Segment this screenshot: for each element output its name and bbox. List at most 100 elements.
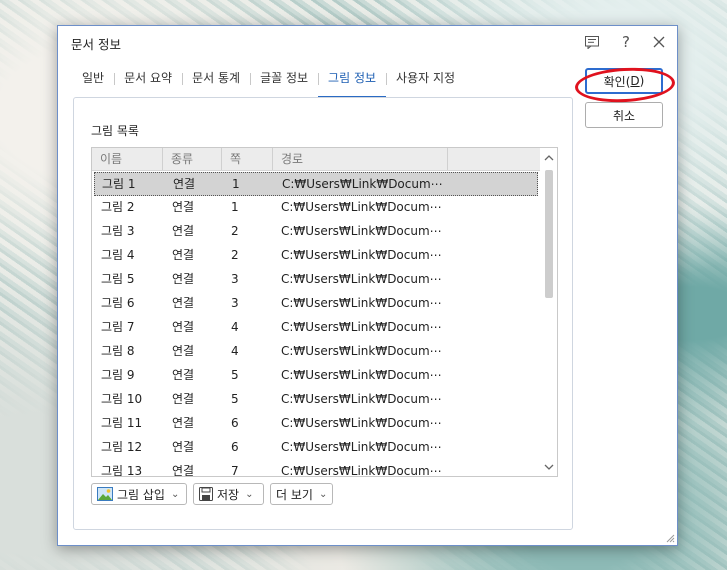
cell-type: 연결 <box>172 416 195 430</box>
cell-path: C:₩Users₩Link₩Docum⋯ <box>281 296 442 310</box>
tab-general[interactable]: 일반 <box>72 68 114 98</box>
cell-page: 3 <box>231 296 239 310</box>
cell-type: 연결 <box>172 440 195 454</box>
save-icon <box>199 487 213 501</box>
scroll-up-icon[interactable] <box>544 153 554 163</box>
cell-page: 6 <box>231 440 239 454</box>
table-row[interactable]: 그림 6 연결 3 C:₩Users₩Link₩Docum⋯ <box>94 292 538 316</box>
cell-page: 1 <box>232 177 240 191</box>
cell-type: 연결 <box>172 392 195 406</box>
close-icon[interactable] <box>645 30 673 54</box>
dialog-title: 문서 정보 <box>71 37 121 52</box>
picture-icon <box>97 487 113 501</box>
cell-path: C:₩Users₩Link₩Docum⋯ <box>281 248 442 262</box>
cell-path: C:₩Users₩Link₩Docum⋯ <box>282 177 443 191</box>
more-button[interactable]: 더 보기 ⌄ <box>270 483 333 505</box>
table-row[interactable]: 그림 11 연결 6 C:₩Users₩Link₩Docum⋯ <box>94 412 538 436</box>
cell-type: 연결 <box>172 200 195 214</box>
cell-path: C:₩Users₩Link₩Docum⋯ <box>281 320 442 334</box>
cell-name: 그림 6 <box>101 296 135 310</box>
table-row[interactable]: 그림 4 연결 2 C:₩Users₩Link₩Docum⋯ <box>94 244 538 268</box>
table-row[interactable]: 그림 9 연결 5 C:₩Users₩Link₩Docum⋯ <box>94 364 538 388</box>
list-header: 이름 종류 쪽 경로 <box>92 148 540 171</box>
chevron-down-icon: ⌄ <box>245 488 254 500</box>
table-row[interactable]: 그림 2 연결 1 C:₩Users₩Link₩Docum⋯ <box>94 196 538 220</box>
chevron-down-icon: ⌄ <box>318 488 328 500</box>
comment-icon[interactable] <box>578 30 606 54</box>
cell-type: 연결 <box>172 224 195 238</box>
cell-page: 5 <box>231 392 239 406</box>
more-label: 더 보기 <box>276 487 313 502</box>
ok-mnemonic: D <box>630 74 640 88</box>
table-row[interactable]: 그림 8 연결 4 C:₩Users₩Link₩Docum⋯ <box>94 340 538 364</box>
cell-type: 연결 <box>173 177 196 191</box>
cell-page: 4 <box>231 320 239 334</box>
cell-name: 그림 1 <box>102 177 136 191</box>
insert-picture-button[interactable]: 그림 삽입 ⌄ <box>91 483 187 505</box>
title-bar[interactable]: 문서 정보 ? <box>58 26 677 58</box>
cell-path: C:₩Users₩Link₩Docum⋯ <box>281 344 442 358</box>
tab-picture-info[interactable]: 그림 정보 <box>318 68 387 98</box>
save-label: 저장 <box>217 487 240 502</box>
insert-picture-label: 그림 삽입 <box>117 487 165 502</box>
cell-path: C:₩Users₩Link₩Docum⋯ <box>281 224 442 238</box>
cell-type: 연결 <box>172 248 195 262</box>
column-header-path[interactable]: 경로 <box>273 148 448 170</box>
ok-label: 확인( <box>603 74 631 89</box>
cell-page: 4 <box>231 344 239 358</box>
tab-summary[interactable]: 문서 요약 <box>114 68 182 98</box>
resize-grip-icon[interactable] <box>665 533 675 543</box>
cell-name: 그림 4 <box>101 248 135 262</box>
cell-page: 7 <box>231 464 239 477</box>
cell-type: 연결 <box>172 320 195 334</box>
tab-bar: 일반 문서 요약 문서 통계 글꼴 정보 그림 정보 사용자 지정 <box>72 68 465 98</box>
table-row[interactable]: 그림 13 연결 7 C:₩Users₩Link₩Docum⋯ <box>94 460 538 477</box>
table-row[interactable]: 그림 3 연결 2 C:₩Users₩Link₩Docum⋯ <box>94 220 538 244</box>
cell-path: C:₩Users₩Link₩Docum⋯ <box>281 440 442 454</box>
cell-page: 3 <box>231 272 239 286</box>
cell-page: 5 <box>231 368 239 382</box>
scroll-down-icon[interactable] <box>544 462 554 472</box>
cell-path: C:₩Users₩Link₩Docum⋯ <box>281 272 442 286</box>
cell-page: 6 <box>231 416 239 430</box>
tab-statistics[interactable]: 문서 통계 <box>182 68 250 98</box>
help-button[interactable]: ? <box>612 30 640 54</box>
cell-type: 연결 <box>172 464 195 477</box>
table-row[interactable]: 그림 5 연결 3 C:₩Users₩Link₩Docum⋯ <box>94 268 538 292</box>
save-button[interactable]: 저장 ⌄ <box>193 483 264 505</box>
column-header-name[interactable]: 이름 <box>92 148 163 170</box>
chevron-down-icon: ⌄ <box>170 488 180 500</box>
cell-name: 그림 10 <box>101 392 143 406</box>
cell-page: 1 <box>231 200 239 214</box>
column-header-page[interactable]: 쪽 <box>222 148 273 170</box>
cell-page: 2 <box>231 248 239 262</box>
table-row[interactable]: 그림 7 연결 4 C:₩Users₩Link₩Docum⋯ <box>94 316 538 340</box>
cell-name: 그림 3 <box>101 224 135 238</box>
ok-suffix: ) <box>639 74 645 88</box>
cell-name: 그림 11 <box>101 416 143 430</box>
cell-type: 연결 <box>172 344 195 358</box>
cell-path: C:₩Users₩Link₩Docum⋯ <box>281 464 442 477</box>
cell-name: 그림 13 <box>101 464 143 477</box>
cell-path: C:₩Users₩Link₩Docum⋯ <box>281 416 442 430</box>
cell-type: 연결 <box>172 368 195 382</box>
column-header-type[interactable]: 종류 <box>163 148 222 170</box>
cancel-button[interactable]: 취소 <box>585 102 663 128</box>
cell-path: C:₩Users₩Link₩Docum⋯ <box>281 200 442 214</box>
tab-font-info[interactable]: 글꼴 정보 <box>250 68 318 98</box>
tab-custom[interactable]: 사용자 지정 <box>386 68 465 98</box>
table-row[interactable]: 그림 10 연결 5 C:₩Users₩Link₩Docum⋯ <box>94 388 538 412</box>
cell-name: 그림 2 <box>101 200 135 214</box>
ok-button[interactable]: 확인(D) <box>585 68 663 94</box>
picture-list[interactable]: 이름 종류 쪽 경로 그림 1 연결 1 C:₩Users₩Link₩Docum⋯ 그림… <box>91 147 558 477</box>
table-row[interactable]: 그림 1 연결 1 C:₩Users₩Link₩Docum⋯ <box>94 172 538 196</box>
cell-path: C:₩Users₩Link₩Docum⋯ <box>281 368 442 382</box>
cell-type: 연결 <box>172 296 195 310</box>
scrollbar-thumb[interactable] <box>545 170 553 298</box>
cell-name: 그림 12 <box>101 440 143 454</box>
picture-info-panel: 그림 목록 이름 종류 쪽 경로 그림 1 연결 1 C:₩Users₩Link₩Do… <box>73 97 573 530</box>
table-row[interactable]: 그림 12 연결 6 C:₩Users₩Link₩Docum⋯ <box>94 436 538 460</box>
vertical-scrollbar[interactable] <box>541 148 557 476</box>
cell-name: 그림 9 <box>101 368 135 382</box>
cell-name: 그림 5 <box>101 272 135 286</box>
